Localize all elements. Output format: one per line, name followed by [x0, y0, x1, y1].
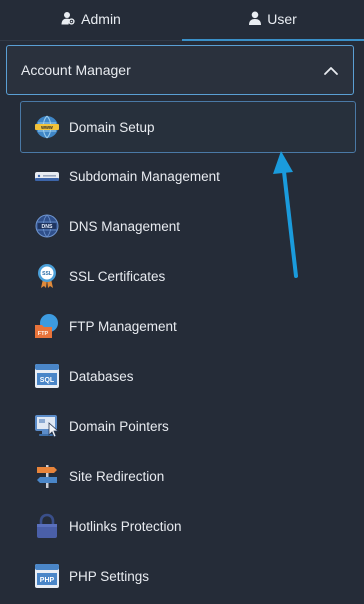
- menu-item-label: Subdomain Management: [69, 168, 220, 184]
- server-rack-icon: [34, 163, 60, 189]
- menu-item-label: Domain Pointers: [69, 418, 169, 434]
- menu-item-label: Hotlinks Protection: [69, 518, 182, 534]
- svg-text:DNS: DNS: [42, 224, 53, 230]
- menu-item-databases[interactable]: SQL Databases: [20, 351, 356, 401]
- account-manager-label: Account Manager: [21, 62, 131, 78]
- account-manager-toggle[interactable]: Account Manager: [6, 45, 354, 95]
- menu-item-domain-setup[interactable]: www Domain Setup: [20, 101, 356, 153]
- menu-item-ftp-management[interactable]: FTP FTP Management: [20, 301, 356, 351]
- tab-user[interactable]: User: [182, 0, 364, 38]
- menu-item-label: Databases: [69, 368, 134, 384]
- svg-text:PHP: PHP: [40, 577, 55, 584]
- menu-item-label: Site Redirection: [69, 468, 165, 484]
- menu-item-php-settings[interactable]: PHP PHP Settings: [20, 551, 356, 601]
- tab-admin[interactable]: Admin: [0, 0, 182, 38]
- admin-user-icon: [61, 11, 75, 28]
- menu-item-label: Domain Setup: [69, 119, 155, 135]
- svg-text:www: www: [40, 125, 53, 131]
- php-file-icon: PHP: [34, 563, 60, 589]
- menu-item-label: PHP Settings: [69, 568, 150, 584]
- lock-icon: [34, 513, 60, 539]
- user-icon: [249, 11, 262, 28]
- tab-admin-label: Admin: [81, 11, 121, 27]
- tab-user-label: User: [267, 11, 297, 27]
- menu-item-domain-pointers[interactable]: Domain Pointers: [20, 401, 356, 451]
- svg-text:SSL: SSL: [42, 271, 52, 277]
- menu-item-ssl-certificates[interactable]: SSL SSL Certificates: [20, 251, 356, 301]
- dns-globe-icon: DNS: [34, 213, 60, 239]
- www-globe-icon: www: [34, 114, 60, 140]
- chevron-up-icon[interactable]: [323, 63, 339, 79]
- ssl-badge-icon: SSL: [34, 263, 60, 289]
- svg-text:SQL: SQL: [40, 377, 55, 384]
- menu-item-label: DNS Management: [69, 218, 181, 234]
- role-tabs: Admin User: [0, 0, 364, 41]
- menu-item-subdomain-management[interactable]: Subdomain Management: [20, 151, 356, 201]
- svg-text:FTP: FTP: [38, 331, 49, 337]
- signpost-icon: [34, 463, 60, 489]
- active-tab-indicator: [182, 39, 364, 41]
- sql-database-icon: SQL: [34, 363, 60, 389]
- menu-item-label: SSL Certificates: [69, 268, 166, 284]
- menu-item-hotlinks-protection[interactable]: Hotlinks Protection: [20, 501, 356, 551]
- ftp-folder-icon: FTP: [34, 313, 60, 339]
- menu-item-site-redirection[interactable]: Site Redirection: [20, 451, 356, 501]
- monitor-pointer-icon: [34, 413, 60, 439]
- menu-item-label: FTP Management: [69, 318, 177, 334]
- menu-item-dns-management[interactable]: DNS DNS Management: [20, 201, 356, 251]
